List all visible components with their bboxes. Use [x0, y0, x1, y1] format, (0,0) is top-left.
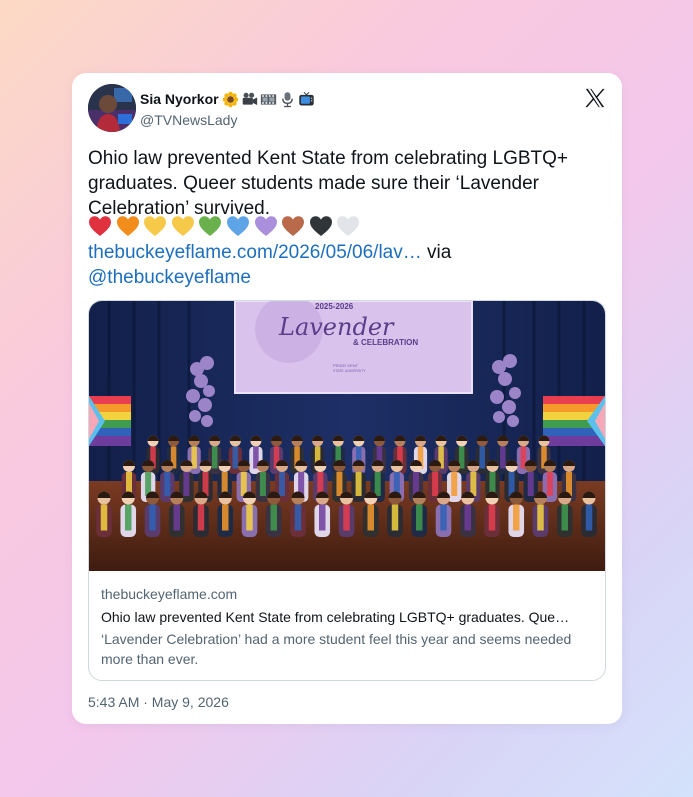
- graduate-figure: [556, 491, 573, 537]
- graduate-figure: [459, 491, 476, 537]
- x-logo-icon[interactable]: [584, 87, 606, 109]
- tweet-card: Sia Nyorkor @TVNewsLady Ohio law prevent…: [72, 73, 622, 724]
- graduate-figure: [508, 491, 525, 537]
- heart-emoji-icon: [282, 216, 305, 236]
- heart-emoji-icon: [337, 216, 360, 236]
- graduate-figure: [338, 491, 355, 537]
- graduate-figure: [411, 491, 428, 537]
- preview-description: ‘Lavender Celebration’ had a more studen…: [101, 631, 572, 667]
- heart-emoji-icon: [116, 216, 139, 236]
- graduate-figure: [435, 491, 452, 537]
- film-strip-icon: [260, 93, 276, 105]
- author-avatar[interactable]: [88, 84, 136, 132]
- screen-subtitle: & CELEBRATION: [353, 338, 418, 347]
- graduate-figure: [532, 491, 549, 537]
- graduate-figure: [314, 491, 331, 537]
- microphone-icon: [281, 91, 293, 107]
- link-line: thebuckeyeflame.com/2026/05/06/lav… via: [88, 240, 451, 265]
- preview-title: Ohio law prevented Kent State from celeb…: [101, 609, 570, 625]
- graduate-figure: [168, 491, 185, 537]
- graduate-figure: [144, 491, 161, 537]
- mention-link[interactable]: @thebuckeyeflame: [88, 267, 251, 288]
- tweet-text-line: graduates. Queer students made sure thei…: [88, 173, 539, 194]
- graduate-figure: [484, 491, 500, 537]
- graduate-figure: [96, 491, 112, 537]
- heart-emoji-icon: [144, 216, 167, 236]
- graduate-figure: [241, 491, 258, 537]
- name-badges: [222, 91, 315, 108]
- mention-line: @thebuckeyeflame: [88, 265, 251, 290]
- via-text: via: [427, 242, 452, 263]
- heart-emoji-icon: [254, 216, 277, 236]
- graduate-figure: [362, 491, 379, 537]
- graduate-figure: [351, 460, 366, 502]
- heart-emoji-icon: [171, 216, 194, 236]
- author-name[interactable]: Sia Nyorkor: [140, 91, 219, 107]
- screen-title: Lavender: [278, 313, 395, 341]
- tweet-text: Ohio law prevented Kent State from celeb…: [88, 146, 608, 221]
- graduate-figure: [120, 491, 137, 537]
- heart-emoji-icon: [309, 216, 332, 236]
- graduate-figure: [217, 491, 234, 537]
- screen-logo-line: PRIDE! KENT: [333, 363, 359, 368]
- movie-camera-icon: [242, 92, 257, 105]
- heart-emoji-icon: [89, 216, 111, 236]
- graduate-figure: [265, 491, 282, 537]
- television-icon: [298, 91, 314, 105]
- link-preview-card[interactable]: 2025-2026 Lavender & CELEBRATION PRIDE! …: [88, 300, 606, 681]
- screen-year: 2025-2026: [315, 302, 354, 311]
- tweet-text-line: Ohio law prevented Kent State from celeb…: [88, 148, 569, 169]
- heart-emoji-icon: [199, 216, 222, 236]
- tweet-timestamp[interactable]: 5:43 AM · May 9, 2026: [88, 694, 229, 710]
- graduate-figure: [581, 491, 597, 537]
- heart-emoji-row: [88, 215, 360, 237]
- article-link[interactable]: thebuckeyeflame.com/2026/05/06/lav…: [88, 242, 422, 263]
- graduate-figure: [387, 491, 403, 537]
- preview-photo: 2025-2026 Lavender & CELEBRATION PRIDE! …: [89, 301, 605, 571]
- heart-emoji-icon: [226, 216, 249, 236]
- graduate-figure: [290, 491, 306, 537]
- preview-domain: thebuckeyeflame.com: [101, 586, 238, 602]
- sunflower-icon: [222, 91, 238, 107]
- graduate-figure: [193, 491, 209, 537]
- screen-logo-line: STATE UNIVERSITY: [333, 369, 366, 373]
- author-block: Sia Nyorkor @TVNewsLady: [140, 89, 315, 128]
- author-handle[interactable]: @TVNewsLady: [140, 112, 315, 128]
